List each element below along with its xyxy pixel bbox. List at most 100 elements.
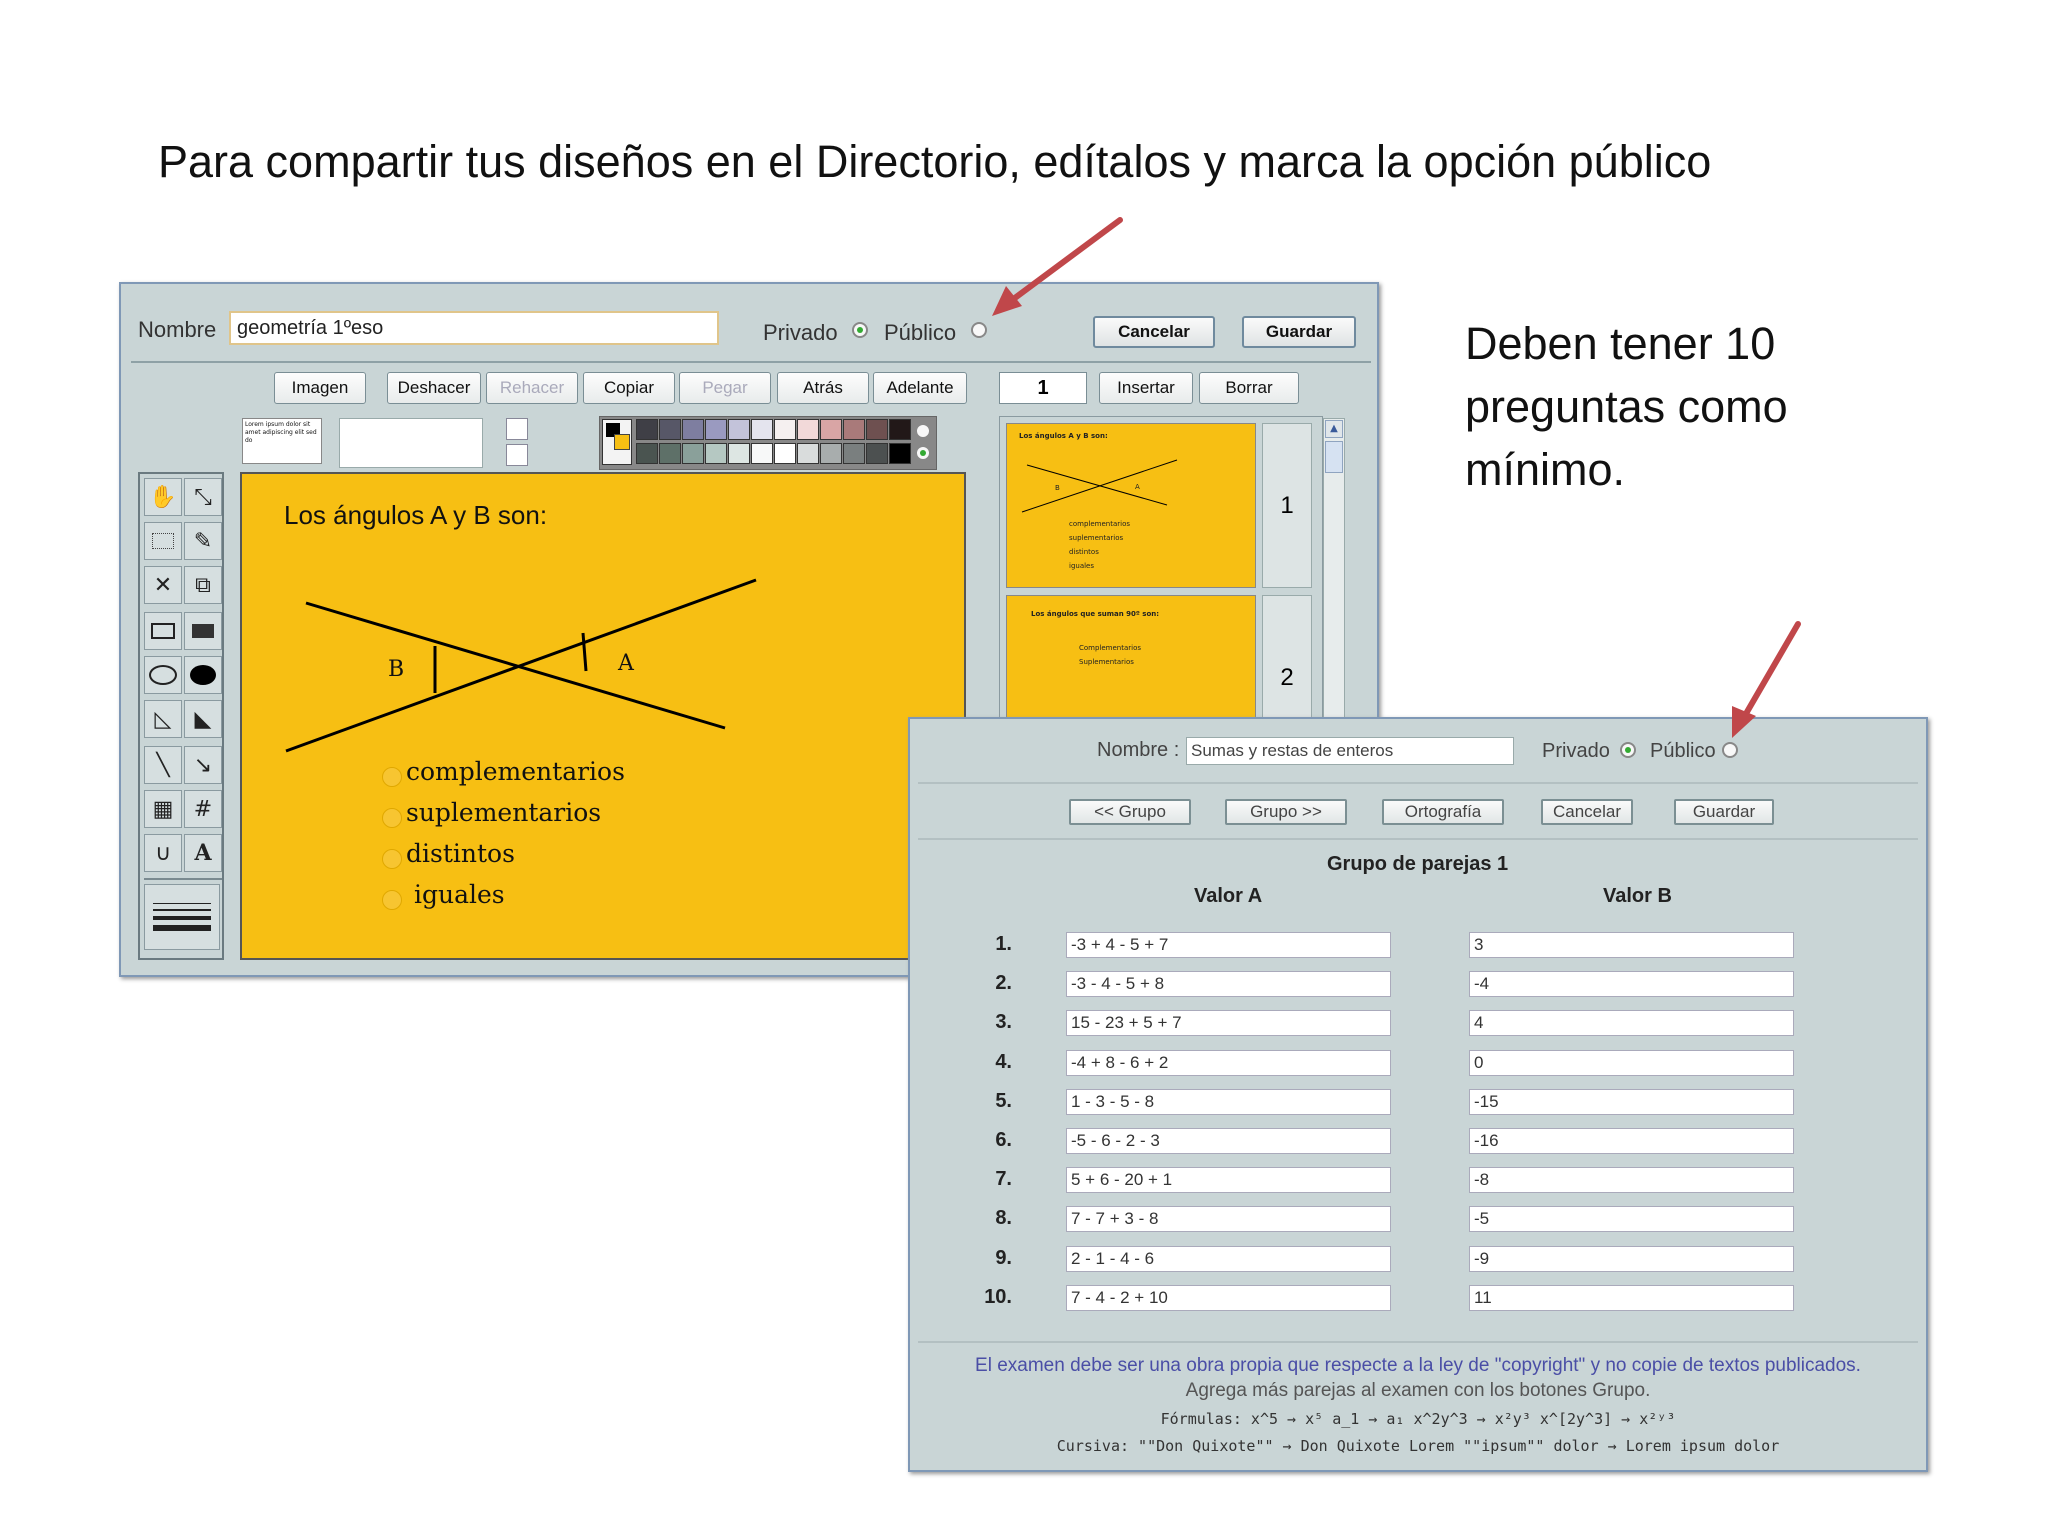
value-b-input[interactable]: 11 xyxy=(1469,1284,1794,1311)
triangle-filled-icon[interactable]: ◣ xyxy=(184,700,222,738)
scroll-up-icon[interactable]: ▲ xyxy=(1325,420,1343,438)
current-color-swatch[interactable] xyxy=(602,419,632,465)
insert-button[interactable]: Insertar xyxy=(1099,372,1193,404)
value-b-input[interactable]: -5 xyxy=(1469,1206,1794,1233)
option-radio-2[interactable] xyxy=(382,808,402,828)
palette-mode-radio-2[interactable] xyxy=(915,445,931,461)
rect-filled-icon[interactable] xyxy=(184,612,222,650)
pairs-cancel-button[interactable]: Cancelar xyxy=(1541,799,1633,825)
line-icon[interactable]: ╲ xyxy=(144,746,182,784)
value-a-input[interactable]: 15 - 23 + 5 + 7 xyxy=(1066,1010,1391,1037)
pairs-name-input[interactable]: Sumas y restas de enteros xyxy=(1186,737,1514,765)
value-a-input[interactable]: -3 + 4 - 5 + 7 xyxy=(1066,932,1391,958)
value-b-input[interactable]: -8 xyxy=(1469,1167,1794,1194)
palette-color-cell[interactable] xyxy=(866,419,888,440)
value-b-input[interactable]: -16 xyxy=(1469,1128,1794,1154)
palette-color-cell[interactable] xyxy=(774,443,796,464)
delete-button[interactable]: Borrar xyxy=(1199,372,1299,404)
color-preview[interactable] xyxy=(339,418,483,468)
palette-color-cell[interactable] xyxy=(636,443,658,464)
value-a-input[interactable]: 1 - 3 - 5 - 8 xyxy=(1066,1088,1391,1115)
value-b-input[interactable]: -4 xyxy=(1469,971,1794,998)
drawing-canvas[interactable]: Los ángulos A y B son: B A complementari… xyxy=(240,472,966,960)
copy-icon[interactable]: ⧉ xyxy=(184,566,222,604)
table-icon[interactable]: ▦ xyxy=(144,790,182,828)
image-button[interactable]: Imagen xyxy=(274,372,366,404)
value-b-input[interactable]: 3 xyxy=(1469,932,1794,958)
pairs-privado-radio[interactable] xyxy=(1620,742,1636,758)
value-a-input[interactable]: 7 - 4 - 2 + 10 xyxy=(1066,1284,1391,1311)
palette-color-cell[interactable] xyxy=(751,443,773,464)
redo-button[interactable]: Rehacer xyxy=(486,372,578,404)
value-b-input[interactable]: 0 xyxy=(1469,1049,1794,1076)
value-a-input[interactable]: -5 - 6 - 2 - 3 xyxy=(1066,1128,1391,1154)
resize-icon[interactable]: ⤡ xyxy=(184,478,222,516)
hand-icon[interactable]: ✋ xyxy=(144,478,182,516)
ellipse-outline-icon[interactable] xyxy=(144,656,182,694)
palette-color-cell[interactable] xyxy=(728,419,750,440)
save-button[interactable]: Guardar xyxy=(1242,316,1356,348)
palette-color-cell[interactable] xyxy=(843,443,865,464)
scroll-thumb[interactable] xyxy=(1325,441,1343,473)
fill-icon[interactable]: ✎ xyxy=(184,522,222,560)
palette-color-cell[interactable] xyxy=(866,443,888,464)
font-preview[interactable]: Lorem ipsum dolor sit amet adipiscing el… xyxy=(242,418,322,464)
palette-color-cell[interactable] xyxy=(820,419,842,440)
curve-icon[interactable]: ∪ xyxy=(144,834,182,872)
palette-color-cell[interactable] xyxy=(636,419,658,440)
palette-color-cell[interactable] xyxy=(774,419,796,440)
forward-button[interactable]: Adelante xyxy=(873,372,967,404)
palette-color-cell[interactable] xyxy=(728,443,750,464)
stroke-swatch[interactable] xyxy=(506,444,528,466)
prev-group-button[interactable]: << Grupo xyxy=(1069,799,1191,825)
palette-color-cell[interactable] xyxy=(682,443,704,464)
option-radio-3[interactable] xyxy=(382,849,402,869)
option-radio-1[interactable] xyxy=(382,767,402,787)
value-a-input[interactable]: -4 + 8 - 6 + 2 xyxy=(1066,1049,1391,1076)
ellipse-filled-icon[interactable] xyxy=(184,656,222,694)
palette-color-cell[interactable] xyxy=(751,419,773,440)
palette-color-cell[interactable] xyxy=(682,419,704,440)
privado-radio[interactable] xyxy=(852,322,868,338)
palette-color-cell[interactable] xyxy=(705,443,727,464)
triangle-outline-icon[interactable]: ◺ xyxy=(144,700,182,738)
value-a-input[interactable]: 7 - 7 + 3 - 8 xyxy=(1066,1206,1391,1233)
delete-icon[interactable]: ✕ xyxy=(144,566,182,604)
option-radio-4[interactable] xyxy=(382,890,402,910)
palette-color-cell[interactable] xyxy=(797,419,819,440)
slide-number-field[interactable]: 1 xyxy=(999,372,1087,404)
palette-color-cell[interactable] xyxy=(797,443,819,464)
palette-color-cell[interactable] xyxy=(705,419,727,440)
cancel-button[interactable]: Cancelar xyxy=(1093,316,1215,348)
palette-color-cell[interactable] xyxy=(889,443,911,464)
value-a-input[interactable]: 5 + 6 - 20 + 1 xyxy=(1066,1167,1391,1194)
palette-mode-radio-1[interactable] xyxy=(915,423,931,439)
palette-color-cell[interactable] xyxy=(659,443,681,464)
arrow-line-icon[interactable]: ↘ xyxy=(184,746,222,784)
palette-color-cell[interactable] xyxy=(820,443,842,464)
palette-color-cell[interactable] xyxy=(843,419,865,440)
undo-button[interactable]: Deshacer xyxy=(387,372,481,404)
next-group-button[interactable]: Grupo >> xyxy=(1225,799,1347,825)
value-b-input[interactable]: 4 xyxy=(1469,1010,1794,1037)
value-b-input[interactable]: -9 xyxy=(1469,1245,1794,1272)
value-b-input[interactable]: -15 xyxy=(1469,1088,1794,1115)
publico-radio[interactable] xyxy=(971,322,987,338)
pairs-save-button[interactable]: Guardar xyxy=(1674,799,1774,825)
copy-button[interactable]: Copiar xyxy=(583,372,675,404)
palette-color-cell[interactable] xyxy=(889,419,911,440)
select-rect-icon[interactable] xyxy=(144,522,182,560)
paste-button[interactable]: Pegar xyxy=(679,372,771,404)
spelling-button[interactable]: Ortografía xyxy=(1382,799,1504,825)
name-input[interactable]: geometría 1ºeso xyxy=(229,311,719,345)
thumbnail-1[interactable]: Los ángulos A y B son: B A complementari… xyxy=(1006,423,1256,588)
thumbnail-1-number[interactable]: 1 xyxy=(1262,423,1312,588)
value-a-input[interactable]: -3 - 4 - 5 + 8 xyxy=(1066,971,1391,998)
color-palette[interactable] xyxy=(599,416,937,470)
fill-swatch[interactable] xyxy=(506,418,528,440)
value-a-input[interactable]: 2 - 1 - 4 - 6 xyxy=(1066,1245,1391,1272)
line-width-icon[interactable] xyxy=(144,884,220,950)
text-icon[interactable]: A xyxy=(184,834,222,872)
grid-icon[interactable]: # xyxy=(184,790,222,828)
back-button[interactable]: Atrás xyxy=(777,372,869,404)
